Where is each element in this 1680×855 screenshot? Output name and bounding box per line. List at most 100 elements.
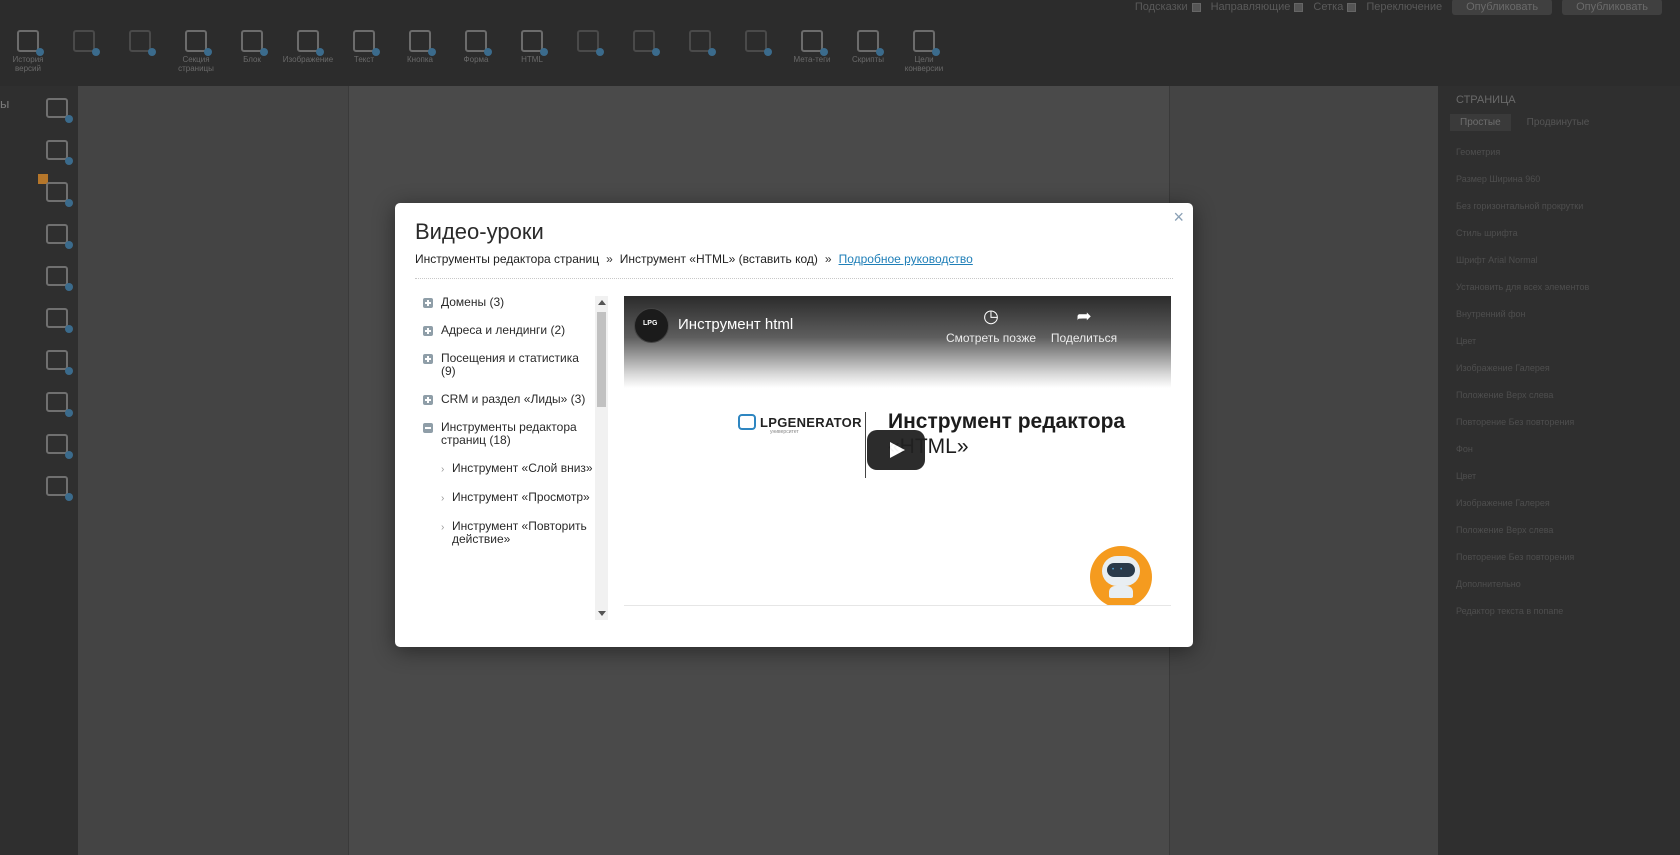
tool-history[interactable]: История версий [0, 30, 56, 73]
tree-scrollbar[interactable] [595, 296, 608, 620]
tool-layers[interactable] [56, 30, 112, 73]
scroll-up-icon[interactable] [598, 300, 606, 305]
youtube-icon[interactable] [46, 308, 73, 333]
properties-panel: СТРАНИЦА Простые Продвинутые Геометрия Ра… [1438, 86, 1680, 855]
tool-html[interactable]: HTML [504, 30, 560, 73]
robot-mascot-icon: •• [1090, 546, 1152, 606]
publish-button[interactable]: Опубликовать [1452, 0, 1553, 15]
tool-image[interactable]: Изображение [280, 30, 336, 73]
scripts-icon [857, 30, 884, 56]
tree-item[interactable]: Инструменты редактора страниц (18) [415, 421, 595, 447]
mail-icon[interactable] [46, 140, 73, 165]
tool-video-tool[interactable] [560, 30, 616, 73]
video-player[interactable]: Инструмент html ◷ Смотреть позже ➦ Подел… [624, 296, 1171, 606]
divider [415, 278, 1173, 279]
text-icon [353, 30, 380, 56]
guide-link[interactable]: Подробное руководство [839, 252, 973, 266]
tree-item-label: CRM и раздел «Лиды» (3) [441, 392, 586, 406]
tree-item[interactable]: Посещения и статистика (9) [415, 352, 595, 378]
tree-subitem[interactable]: › Инструмент «Слой вниз» [415, 462, 595, 476]
close-icon[interactable]: × [1173, 208, 1184, 226]
tree-item[interactable]: Адреса и лендинги (2) [415, 324, 595, 337]
tree-subitem-label: Инструмент «Повторить действие» [452, 519, 587, 546]
settings-icon[interactable] [46, 476, 73, 501]
panel-row: Положение Верх слева [1456, 390, 1554, 400]
panel-row: Стиль шрифта [1456, 228, 1518, 238]
tool-label: Блок [243, 55, 261, 64]
tree-item-label: Инструменты редактора страниц (18) [441, 420, 577, 447]
breadcrumb: Инструменты редактора страниц » Инструме… [415, 252, 973, 266]
tree-item-label: Адреса и лендинги (2) [441, 323, 566, 337]
breadcrumb-separator: » [606, 252, 613, 266]
expand-icon[interactable] [423, 298, 433, 308]
tool-text[interactable]: Текст [336, 30, 392, 73]
tool-clone[interactable] [112, 30, 168, 73]
camera-icon[interactable] [46, 392, 73, 417]
tool-conversion[interactable]: Цели конверсии [896, 30, 952, 73]
layers-icon [73, 30, 100, 56]
tree-item[interactable]: CRM и раздел «Лиды» (3) [415, 393, 595, 406]
panel-row: Цвет [1456, 471, 1477, 481]
breadcrumb-item[interactable]: Инструменты редактора страниц [415, 252, 599, 266]
tool-label: Мета-теги [793, 55, 831, 64]
editor-topbar: Подсказки Направляющие Сетка Переключени… [0, 0, 1680, 86]
tool-timer-tool[interactable] [728, 30, 784, 73]
scroll-thumb[interactable] [597, 312, 606, 407]
play-button[interactable] [867, 430, 925, 470]
form-icon [465, 30, 492, 56]
watch-later-button[interactable]: ◷ Смотреть позже [941, 306, 1041, 345]
expand-icon[interactable] [423, 354, 433, 364]
tool-meta-tags[interactable]: Мета-теги [784, 30, 840, 73]
switch-toggle[interactable]: Переключение [1366, 1, 1442, 13]
tab-advanced[interactable]: Продвинутые [1517, 114, 1600, 131]
panel-rows: Геометрия Размер Ширина 960 Без горизонтал… [1456, 139, 1662, 625]
tree-subitem[interactable]: › Инструмент «Повторить действие» [415, 520, 595, 546]
panel-row: Геометрия [1456, 147, 1501, 157]
code-icon[interactable] [46, 350, 73, 375]
tool-label: Форма [463, 55, 489, 64]
integration-icon[interactable] [46, 182, 73, 207]
window-icon[interactable] [46, 224, 73, 249]
tool-form[interactable]: Форма [448, 30, 504, 73]
modal-title: Видео-уроки [415, 219, 544, 244]
tool-section[interactable]: Секция страницы [168, 30, 224, 73]
tool-widget-tool[interactable] [672, 30, 728, 73]
tree-subitem[interactable]: › Инструмент «Просмотр» [415, 491, 595, 505]
brand-logo: LPGENERATOR университет [738, 414, 862, 435]
video-lessons-modal: × Видео-уроки Инструменты редактора стра… [395, 203, 1193, 647]
publish-button-2[interactable]: Опубликовать [1562, 0, 1662, 15]
tree-subitem-label: Инструмент «Просмотр» [452, 490, 590, 504]
guides-toggle[interactable]: Направляющие [1211, 1, 1304, 13]
panel-row: Внутренний фон [1456, 309, 1526, 319]
lessons-tree: Домены (3) Адреса и лендинги (2) Посещения… [415, 296, 608, 623]
panel-row: Повторение Без повторения [1456, 417, 1575, 427]
video-headline: Инструмент редактора [888, 410, 1126, 433]
hints-toggle[interactable]: Подсказки [1135, 1, 1201, 13]
tool-gallery-tool[interactable] [616, 30, 672, 73]
tool-button[interactable]: Кнопка [392, 30, 448, 73]
pages-icon[interactable] [46, 98, 73, 123]
grid-toggle[interactable]: Сетка [1313, 1, 1357, 13]
channel-avatar[interactable] [634, 308, 669, 343]
html-icon [521, 30, 548, 56]
tool-block[interactable]: Блок [224, 30, 280, 73]
font-icon[interactable] [46, 434, 73, 459]
tool-scripts[interactable]: Скрипты [840, 30, 896, 73]
tab-simple[interactable]: Простые [1450, 114, 1511, 131]
sidebar-label: ы [0, 96, 10, 111]
collapse-icon[interactable] [423, 423, 433, 433]
expand-icon[interactable] [423, 395, 433, 405]
breadcrumb-item[interactable]: Инструмент «HTML» (вставить код) [620, 252, 818, 266]
video-title[interactable]: Инструмент html [678, 316, 793, 333]
tool-label: Секция страницы [178, 55, 214, 73]
scroll-down-icon[interactable] [598, 611, 606, 616]
expand-icon[interactable] [423, 326, 433, 336]
share-button[interactable]: ➦ Поделиться [1034, 306, 1134, 345]
left-sidebar: ы [0, 86, 78, 855]
copy-icon[interactable] [46, 266, 73, 291]
panel-row: Цвет [1456, 336, 1477, 346]
tree-item[interactable]: Домены (3) [415, 296, 595, 309]
share-label: Поделиться [1050, 331, 1118, 345]
tool-label: Скрипты [852, 55, 884, 64]
panel-row: Изображение Галерея [1456, 498, 1550, 508]
